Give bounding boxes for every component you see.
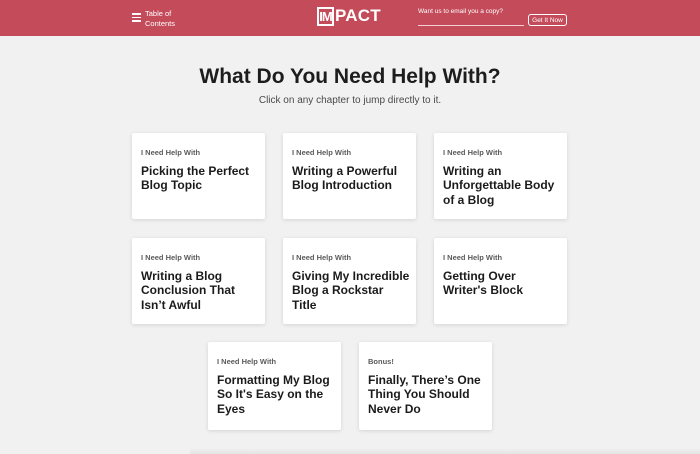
card-eyebrow: I Need Help With [443,148,503,157]
chapter-card-formatting[interactable]: I Need Help With Formatting My Blog So I… [208,342,341,430]
card-eyebrow: I Need Help With [141,148,201,157]
chapter-card-title[interactable]: I Need Help With Giving My Incredible Bl… [283,238,416,324]
card-eyebrow: I Need Help With [292,148,352,157]
bottom-edge [190,448,700,454]
logo-text: PACT [335,6,381,25]
page-title: What Do You Need Help With? [199,65,501,88]
impact-logo[interactable]: IM PACT [317,6,381,26]
table-of-contents-label: Table of Contents [145,9,176,28]
card-title: Finally, There’s One Thing You Should Ne… [368,373,481,416]
card-eyebrow: Bonus! [368,357,394,366]
chapter-card-body[interactable]: I Need Help With Writing an Unforgettabl… [434,133,567,219]
card-eyebrow: I Need Help With [141,253,201,262]
card-eyebrow: I Need Help With [292,253,352,262]
chapter-card-blog-topic[interactable]: I Need Help With Picking the Perfect Blo… [132,133,265,219]
card-title: Picking the Perfect Blog Topic [141,164,250,193]
card-title: Formatting My Blog So It's Easy on the E… [217,373,330,416]
card-title: Writing an Unforgettable Body of a Blog [443,164,555,207]
card-eyebrow: I Need Help With [443,253,503,262]
get-it-now-button[interactable]: Get It Now [528,14,567,26]
chapter-card-bonus[interactable]: Bonus! Finally, There’s One Thing You Sh… [359,342,492,430]
logo-box: IM [317,6,334,26]
table-of-contents-button[interactable]: Table of Contents [132,9,177,29]
email-input[interactable] [418,17,524,26]
chapter-card-conclusion[interactable]: I Need Help With Writing a Blog Conclusi… [132,238,265,324]
card-title: Giving My Incredible Blog a Rockstar Tit… [292,269,410,312]
hamburger-menu-icon [132,13,141,22]
top-bar: Table of Contents IM PACT Want us to ema… [0,0,700,36]
card-title: Getting Over Writer's Block [443,269,523,298]
chapter-card-introduction[interactable]: I Need Help With Writing a Powerful Blog… [283,133,416,219]
email-copy-label: Want us to email you a copy? [418,8,504,15]
card-title: Writing a Blog Conclusion That Isn’t Awf… [141,269,235,312]
card-eyebrow: I Need Help With [217,357,277,366]
page-subtitle: Click on any chapter to jump directly to… [258,95,442,106]
chapter-card-writers-block[interactable]: I Need Help With Getting Over Writer's B… [434,238,567,324]
card-title: Writing a Powerful Blog Introduction [292,164,398,193]
